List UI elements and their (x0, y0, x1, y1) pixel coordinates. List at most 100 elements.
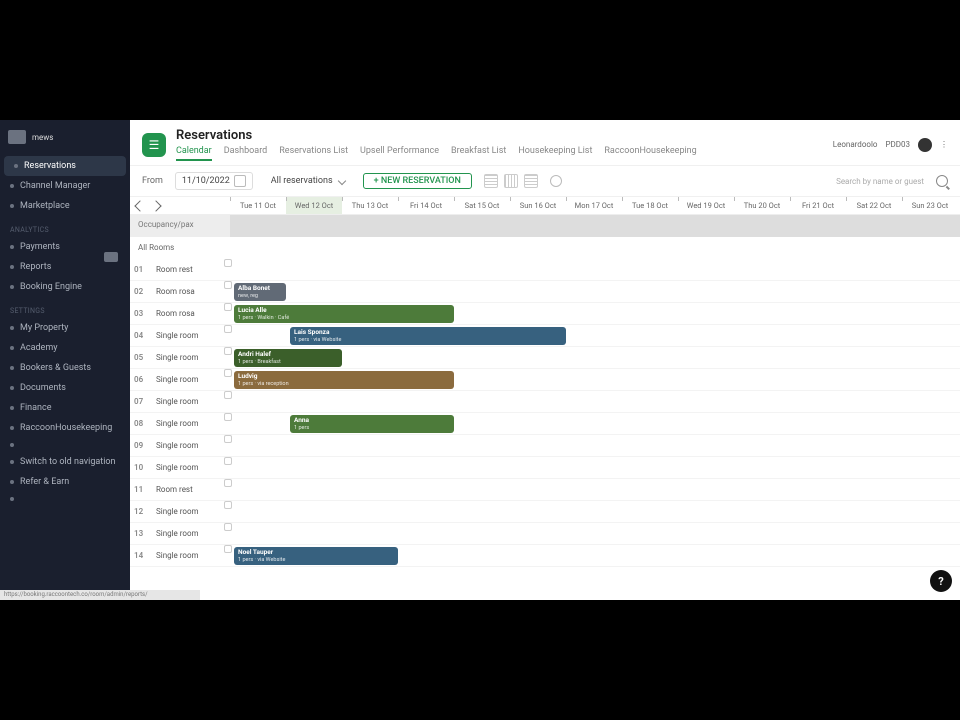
sidebar-item-channel-manager[interactable]: Channel Manager (0, 176, 130, 196)
room-track[interactable]: Lais Sponza1 pers · via Website (234, 325, 960, 346)
calendar-day[interactable]: Mon 17 Oct (566, 197, 622, 214)
calendar-day[interactable]: Fri 14 Oct (398, 197, 454, 214)
sidebar-item-raccoonhousekeeping[interactable]: RaccoonHousekeeping (0, 418, 130, 438)
search-icon[interactable] (936, 175, 948, 187)
help-button[interactable]: ? (930, 570, 952, 592)
view-grid-icon[interactable] (524, 174, 538, 188)
lock-icon[interactable] (224, 523, 232, 531)
all-rooms-row[interactable]: All Rooms (130, 237, 960, 259)
room-label[interactable]: 06Single room (130, 369, 224, 390)
calendar-prev-button[interactable] (134, 200, 145, 211)
room-label[interactable]: 07Single room (130, 391, 224, 412)
sidebar-item-bookers-guests[interactable]: Bookers & Guests (0, 358, 130, 378)
calendar-day[interactable]: Sat 22 Oct (846, 197, 902, 214)
lock-icon[interactable] (224, 369, 232, 377)
lock-icon[interactable] (224, 479, 232, 487)
room-track[interactable] (234, 435, 960, 456)
room-track[interactable] (234, 523, 960, 544)
calendar-icon[interactable] (234, 175, 246, 187)
lock-icon[interactable] (224, 347, 232, 355)
reservation-block[interactable]: Lais Sponza1 pers · via Website (290, 327, 566, 345)
tab-breakfast-list[interactable]: Breakfast List (451, 146, 506, 161)
room-track[interactable]: Andri Halef1 pers · Breakfast (234, 347, 960, 368)
sidebar-item-refer-earn[interactable]: Refer & Earn (0, 472, 130, 492)
room-track[interactable]: Lucia Alle1 pers · Walkin · Café (234, 303, 960, 324)
room-track[interactable] (234, 391, 960, 412)
sidebar-item-my-property[interactable]: My Property (0, 318, 130, 338)
room-label[interactable]: 11Room rest (130, 479, 224, 500)
tab-upsell-performance[interactable]: Upsell Performance (360, 146, 439, 161)
room-label[interactable]: 14Single room (130, 545, 224, 566)
sidebar-item-marketplace[interactable]: Marketplace (0, 196, 130, 216)
new-reservation-button[interactable]: + NEW RESERVATION (363, 173, 472, 189)
reservation-block[interactable]: Andri Halef1 pers · Breakfast (234, 349, 342, 367)
tab-dashboard[interactable]: Dashboard (224, 146, 268, 161)
lock-icon[interactable] (224, 545, 232, 553)
room-track[interactable]: Alba Bonetnew, reg (234, 281, 960, 302)
lock-icon[interactable] (224, 281, 232, 289)
reservation-block[interactable]: Anna1 pers (290, 415, 454, 433)
room-label[interactable]: 02Room rosa (130, 281, 224, 302)
lock-icon[interactable] (224, 259, 232, 267)
calendar-day[interactable]: Wed 12 Oct (286, 197, 342, 214)
search-input[interactable]: Search by name or guest (836, 177, 924, 186)
lock-icon[interactable] (224, 435, 232, 443)
calendar-day[interactable]: Sun 23 Oct (902, 197, 958, 214)
room-track[interactable] (234, 479, 960, 500)
sidebar-item-documents[interactable]: Documents (0, 378, 130, 398)
calendar-day[interactable]: Tue 11 Oct (230, 197, 286, 214)
sidebar-item-switch-to-old-navigation[interactable]: Switch to old navigation (0, 452, 130, 472)
room-label[interactable]: 10Single room (130, 457, 224, 478)
avatar-icon[interactable] (918, 138, 932, 152)
room-track[interactable] (234, 457, 960, 478)
room-label[interactable]: 12Single room (130, 501, 224, 522)
from-date-input[interactable]: 11/10/2022 (175, 172, 253, 190)
tab-raccoonhousekeeping[interactable]: RaccoonHousekeeping (604, 146, 696, 161)
room-label[interactable]: 08Single room (130, 413, 224, 434)
more-icon[interactable]: ⋮ (940, 140, 948, 149)
lock-icon[interactable] (224, 325, 232, 333)
calendar-next-button[interactable] (150, 200, 161, 211)
sidebar-item-finance[interactable]: Finance (0, 398, 130, 418)
sidebar-item-blank[interactable] (0, 438, 130, 452)
view-compact-icon[interactable] (504, 174, 518, 188)
room-track[interactable] (234, 501, 960, 522)
lock-icon[interactable] (224, 391, 232, 399)
room-label[interactable]: 04Single room (130, 325, 224, 346)
calendar-day[interactable]: Wed 19 Oct (678, 197, 734, 214)
view-columns-icon[interactable] (484, 174, 498, 188)
sidebar-item-booking-engine[interactable]: Booking Engine (0, 277, 130, 297)
room-label[interactable]: 03Room rosa (130, 303, 224, 324)
sidebar-collapse-icon[interactable] (104, 252, 118, 262)
room-label[interactable]: 05Single room (130, 347, 224, 368)
reservation-block[interactable]: Noel Tauper1 pers · via Website (234, 547, 398, 565)
reservation-block[interactable]: Lucia Alle1 pers · Walkin · Café (234, 305, 454, 323)
tab-calendar[interactable]: Calendar (176, 146, 212, 161)
lock-icon[interactable] (224, 501, 232, 509)
sidebar-item-academy[interactable]: Academy (0, 338, 130, 358)
calendar-day[interactable]: Sun 16 Oct (510, 197, 566, 214)
room-track[interactable]: Noel Tauper1 pers · via Website (234, 545, 960, 566)
room-label[interactable]: 13Single room (130, 523, 224, 544)
reservation-block[interactable]: Ludvig1 pers · via reception (234, 371, 454, 389)
lock-icon[interactable] (224, 303, 232, 311)
tab-reservations-list[interactable]: Reservations List (279, 146, 348, 161)
sidebar-item-blank[interactable] (0, 492, 130, 506)
calendar-day[interactable]: Thu 13 Oct (342, 197, 398, 214)
calendar-day[interactable]: Thu 20 Oct (734, 197, 790, 214)
room-label[interactable]: 01Room rest (130, 259, 224, 280)
calendar-day[interactable]: Tue 18 Oct (622, 197, 678, 214)
reservation-filter-select[interactable]: All reservations (265, 174, 351, 188)
lock-icon[interactable] (224, 413, 232, 421)
tab-housekeeping-list[interactable]: Housekeeping List (518, 146, 592, 161)
calendar-day[interactable]: Sat 15 Oct (454, 197, 510, 214)
lock-icon[interactable] (224, 457, 232, 465)
sidebar-item-reservations[interactable]: Reservations (4, 156, 126, 176)
room-track[interactable] (234, 259, 960, 280)
room-label[interactable]: 09Single room (130, 435, 224, 456)
reservation-block[interactable]: Alba Bonetnew, reg (234, 283, 286, 301)
gear-icon[interactable] (550, 175, 562, 187)
header-user[interactable]: Leonardoolo (833, 140, 878, 149)
room-track[interactable]: Anna1 pers (234, 413, 960, 434)
calendar-day[interactable]: Fri 21 Oct (790, 197, 846, 214)
